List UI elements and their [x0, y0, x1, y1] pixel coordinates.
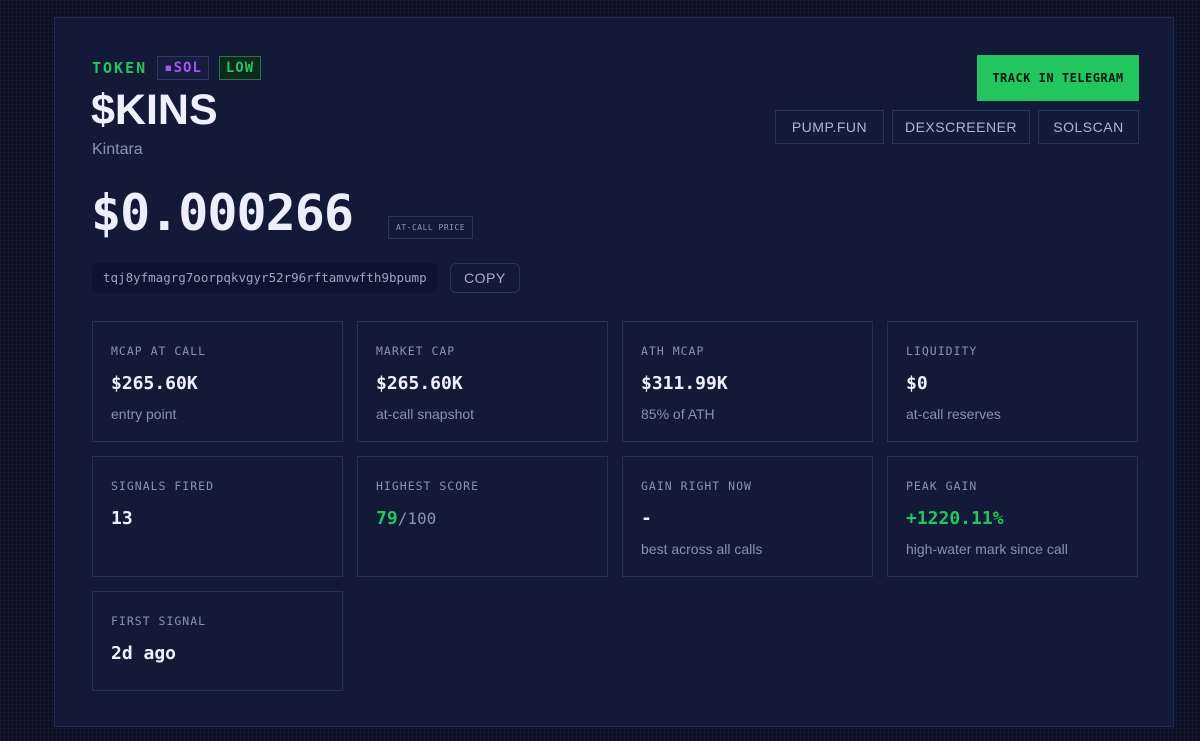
stat-label: GAIN RIGHT NOW [641, 479, 752, 493]
chain-badge: ▪SOL [157, 56, 209, 80]
score-value: 79 [376, 508, 398, 529]
stat-card-liquidity: LIQUIDITY $0 at-call reserves [887, 321, 1138, 442]
token-label: TOKEN [92, 59, 148, 77]
score-max: /100 [397, 509, 437, 528]
token-symbol: $KINS [91, 86, 218, 134]
stat-label: LIQUIDITY [906, 344, 978, 358]
dexscreener-link-button[interactable]: DEXSCREENER [892, 110, 1030, 144]
stat-card-mcap-at-call: MCAP AT CALL $265.60K entry point [92, 321, 343, 442]
stat-label: MARKET CAP [376, 344, 456, 358]
price-badge: AT-CALL PRICE [388, 216, 474, 239]
stat-value: $0 [906, 373, 928, 394]
stat-card-highest-score: HIGHEST SCORE 79/100 [357, 456, 608, 577]
stat-label: FIRST SIGNAL [111, 614, 207, 628]
stat-card-market-cap: MARKET CAP $265.60K at-call snapshot [357, 321, 608, 442]
stat-label: PEAK GAIN [906, 479, 978, 493]
stat-value: $311.99K [641, 373, 728, 394]
stat-card-first-signal: FIRST SIGNAL 2d ago [92, 591, 343, 691]
stat-subtext: at-call snapshot [376, 406, 475, 422]
stat-subtext: best across all calls [641, 541, 763, 557]
token-tag-row: TOKEN ▪SOL LOW [92, 56, 262, 80]
stat-value: 13 [111, 508, 133, 529]
stat-value: - [641, 508, 652, 529]
stat-subtext: 85% of ATH [641, 406, 715, 422]
stat-card-peak-gain: PEAK GAIN +1220.11% high-water mark sinc… [887, 456, 1138, 577]
stat-value: $265.60K [376, 373, 463, 394]
stat-card-gain-right-now: GAIN RIGHT NOW - best across all calls [622, 456, 873, 577]
price-value: $0.000266 [91, 184, 354, 242]
stat-value: 2d ago [111, 643, 177, 664]
stat-subtext: at-call reserves [906, 406, 1001, 422]
risk-badge: LOW [218, 56, 262, 80]
track-in-telegram-button[interactable]: TRACK IN TELEGRAM [977, 55, 1139, 101]
token-name: Kintara [92, 141, 143, 158]
stat-value: $265.60K [111, 373, 198, 394]
stat-card-ath-mcap: ATH MCAP $311.99K 85% of ATH [622, 321, 873, 442]
stat-label: HIGHEST SCORE [376, 479, 480, 493]
stat-subtext: high-water mark since call [906, 541, 1068, 557]
stat-value: +1220.11% [906, 508, 1004, 529]
stat-subtext: entry point [111, 406, 177, 422]
token-panel: TOKEN ▪SOL LOW $KINS Kintara $0.000266 A… [54, 17, 1174, 727]
stat-card-signals-fired: SIGNALS FIRED 13 [92, 456, 343, 577]
stat-label: SIGNALS FIRED [111, 479, 215, 493]
copy-address-button[interactable]: COPY [450, 263, 520, 293]
stat-label: MCAP AT CALL [111, 344, 207, 358]
contract-address: tqj8yfmagrg7oorpqkvgyr52r96rftamvwfth9bp… [92, 263, 438, 293]
pumpfun-link-button[interactable]: PUMP.FUN [775, 110, 884, 144]
solscan-link-button[interactable]: SOLSCAN [1038, 110, 1139, 144]
stat-value: 79/100 [376, 508, 436, 529]
stat-label: ATH MCAP [641, 344, 705, 358]
